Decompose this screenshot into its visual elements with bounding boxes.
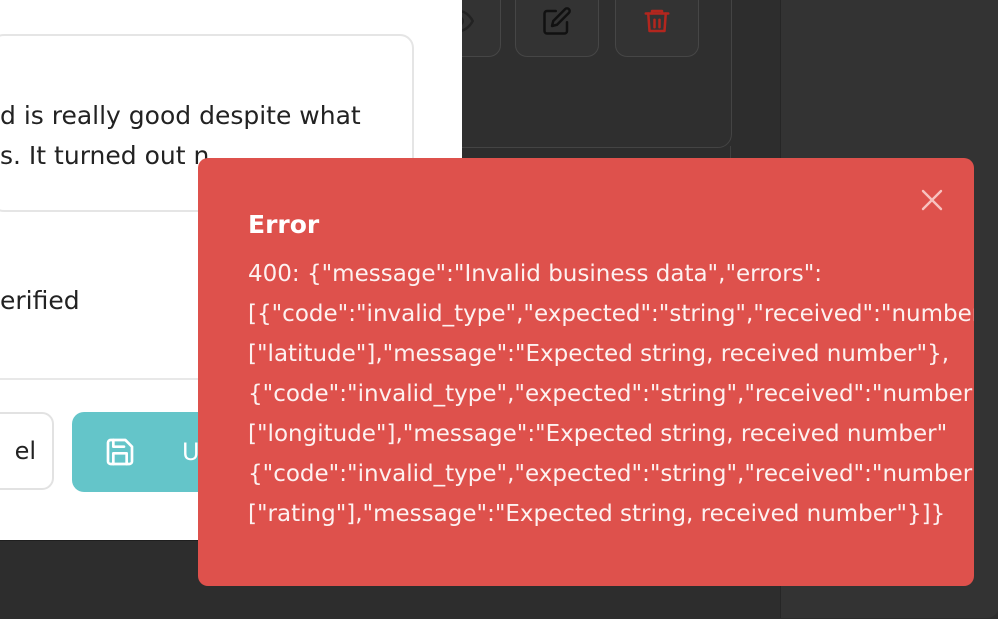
edit-icon [543, 7, 571, 35]
verified-label: erified [0, 286, 80, 315]
close-icon [921, 189, 943, 211]
save-icon [106, 438, 134, 466]
cancel-button[interactable]: el [0, 412, 54, 490]
edit-button[interactable] [515, 0, 599, 57]
actions-card [417, 0, 732, 148]
review-text-line: d is really good despite what [0, 101, 361, 130]
cancel-label: el [14, 437, 36, 465]
toast-title: Error [248, 210, 320, 239]
delete-button[interactable] [615, 0, 699, 57]
error-toast: Error 400: {"message":"Invalid business … [198, 158, 974, 586]
toast-message: 400: {"message":"Invalid business data",… [248, 261, 974, 527]
trash-icon [644, 9, 670, 33]
close-button[interactable] [918, 186, 946, 214]
